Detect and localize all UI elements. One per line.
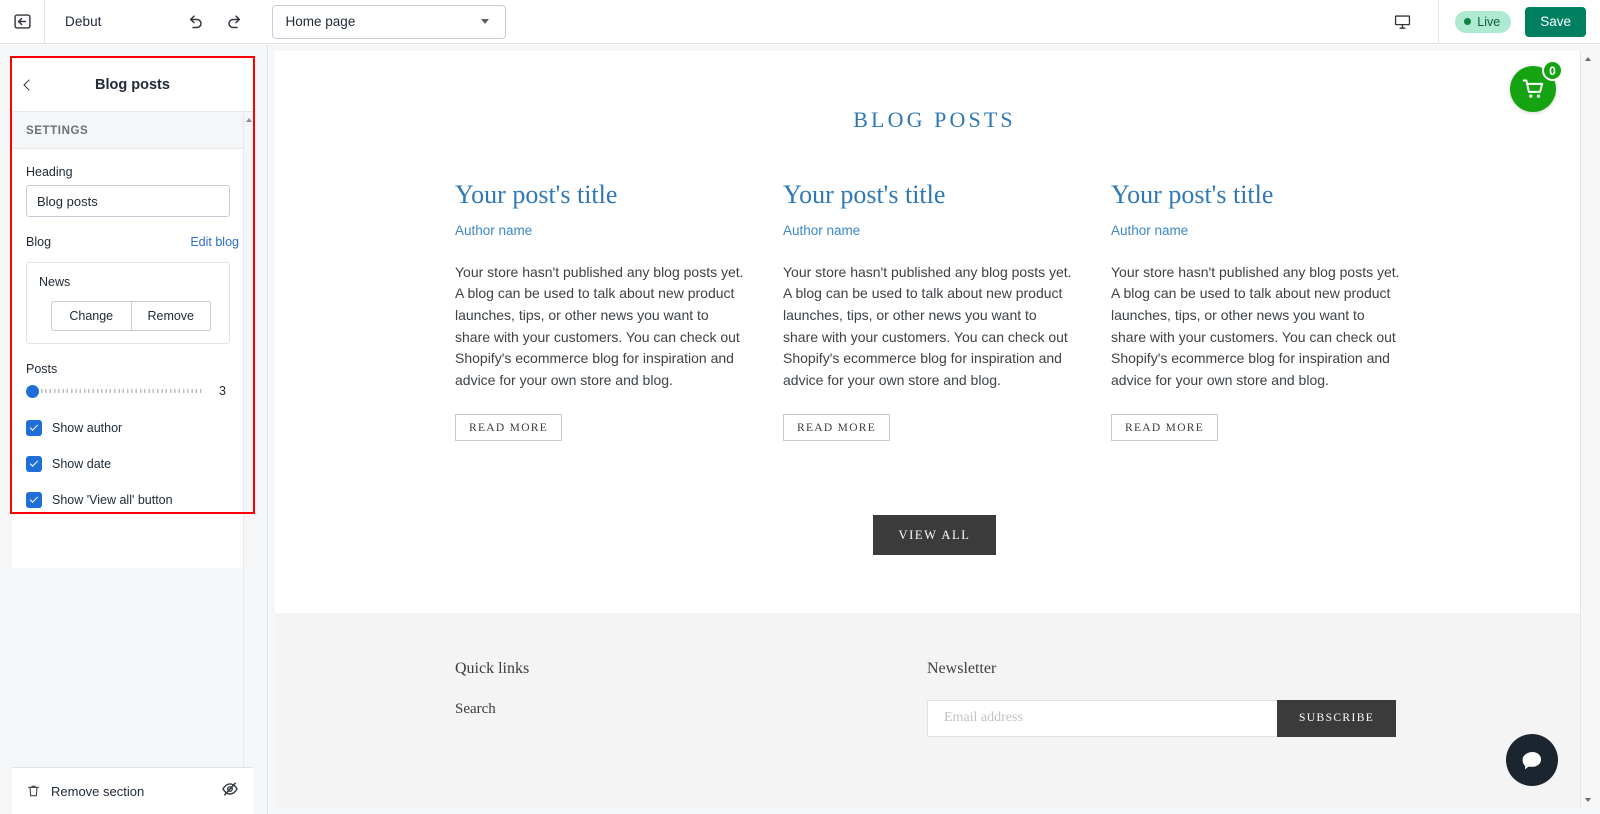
checkbox-show-view-all[interactable]: Show 'View all' button	[26, 492, 239, 508]
section-heading: BLOG POSTS	[853, 107, 1016, 132]
chevron-left-icon	[23, 78, 35, 91]
top-toolbar: Debut Home page Live Save	[0, 0, 1600, 44]
slider-handle[interactable]	[26, 385, 39, 398]
newsletter-heading: Newsletter	[927, 659, 997, 677]
blog-posts-grid: Your post's title Author name Your store…	[455, 180, 1405, 441]
checkbox-show-date[interactable]: Show date	[26, 456, 239, 472]
toolbar-right-group: Live Save	[1374, 0, 1600, 44]
remove-blog-button[interactable]: Remove	[131, 301, 211, 331]
chat-widget-button[interactable]	[1506, 734, 1558, 786]
storefront-preview: 0 BLOG POSTS Your post's title Author na…	[275, 51, 1594, 808]
heading-field-label: Heading	[26, 165, 73, 179]
cart-count-badge: 0	[1542, 60, 1563, 81]
checkbox-label: Show 'View all' button	[52, 493, 173, 507]
checkbox-label: Show date	[52, 457, 112, 471]
post-author[interactable]: Author name	[1111, 223, 1403, 238]
remove-section-button[interactable]: Remove section	[26, 783, 144, 799]
eye-hidden-icon	[222, 781, 238, 796]
status-dot-icon	[1464, 18, 1472, 25]
view-all-button[interactable]: VIEW ALL	[872, 514, 997, 555]
sidebar-body: SETTINGS Heading Blog Edit blog News Cha…	[12, 113, 253, 568]
trash-icon	[28, 785, 39, 797]
selected-blog-name: News	[39, 275, 71, 289]
sidebar-scrollbar[interactable]	[243, 113, 254, 789]
page-selector-value: Home page	[285, 14, 356, 29]
toolbar-divider-right	[1438, 0, 1440, 44]
post-excerpt: Your store hasn't published any blog pos…	[1111, 263, 1400, 389]
preview-pane: 0 BLOG POSTS Your post's title Author na…	[269, 45, 1600, 814]
theme-name: Debut	[65, 14, 102, 29]
email-input[interactable]	[927, 699, 1277, 737]
post-title[interactable]: Your post's title	[783, 180, 1075, 210]
exit-editor-button[interactable]	[0, 0, 44, 44]
chevron-down-icon	[480, 19, 489, 24]
read-more-button[interactable]: READ MORE	[783, 413, 891, 441]
post-author[interactable]: Author name	[783, 223, 1075, 238]
settings-group-label: SETTINGS	[12, 113, 253, 149]
preview-scrollbar[interactable]	[1580, 51, 1594, 808]
footer-link-search[interactable]: Search	[455, 701, 496, 718]
sidebar-header: Blog posts	[12, 58, 253, 112]
heading-input[interactable]	[26, 185, 230, 217]
history-controls	[180, 7, 250, 37]
redo-button[interactable]	[220, 7, 250, 37]
undo-icon	[189, 14, 202, 28]
checkbox-icon	[26, 492, 42, 508]
edit-blog-link[interactable]: Edit blog	[190, 235, 239, 249]
read-more-button[interactable]: READ MORE	[1111, 413, 1219, 441]
status-badge: Live	[1455, 10, 1512, 33]
posts-slider-row: 3	[26, 382, 239, 400]
remove-section-label: Remove section	[51, 783, 145, 799]
scroll-up-arrow-icon[interactable]	[246, 118, 252, 122]
subscribe-button[interactable]: SUBSCRIBE	[1277, 699, 1397, 737]
status-badge-label: Live	[1477, 14, 1501, 29]
checkbox-label: Show author	[52, 421, 123, 435]
save-button[interactable]: Save	[1525, 6, 1586, 37]
blog-field-row: Blog Edit blog	[26, 235, 239, 255]
checkbox-icon	[26, 420, 42, 436]
hide-section-button[interactable]	[221, 780, 239, 803]
scroll-up-arrow-icon[interactable]	[1584, 57, 1591, 61]
redo-icon	[227, 14, 240, 28]
device-preview-button[interactable]	[1374, 0, 1430, 44]
read-more-button[interactable]: READ MORE	[455, 413, 563, 441]
scroll-down-arrow-icon[interactable]	[1584, 798, 1591, 802]
settings-content: Heading Blog Edit blog News Change Remov…	[12, 149, 253, 508]
post-excerpt: Your store hasn't published any blog pos…	[455, 263, 744, 389]
blog-selection-card: News Change Remove	[26, 262, 230, 344]
posts-slider[interactable]	[26, 382, 203, 400]
page-selector[interactable]: Home page	[271, 4, 506, 39]
storefront-footer: Quick links Search Newsletter SUBSCRIBE	[275, 612, 1594, 808]
undo-button[interactable]	[180, 7, 210, 37]
cart-button[interactable]: 0	[1510, 60, 1563, 112]
blog-post-card: Your post's title Author name Your store…	[1111, 180, 1403, 441]
checkbox-show-author[interactable]: Show author	[26, 420, 239, 436]
post-title[interactable]: Your post's title	[1111, 180, 1403, 210]
sidebar-footer: Remove section	[12, 767, 253, 814]
post-excerpt: Your store hasn't published any blog pos…	[783, 263, 1072, 389]
post-author[interactable]: Author name	[455, 223, 747, 238]
newsletter-form: SUBSCRIBE	[927, 699, 1397, 737]
blog-actions-group: Change Remove	[51, 301, 211, 331]
posts-value: 3	[219, 384, 226, 398]
blog-field-label: Blog	[26, 235, 52, 249]
footer-newsletter: Newsletter SUBSCRIBE	[927, 659, 1397, 737]
chat-bubble-icon	[1522, 751, 1541, 769]
blog-post-card: Your post's title Author name Your store…	[783, 180, 1075, 441]
slider-rail	[28, 389, 203, 393]
sidebar-back-button[interactable]	[12, 78, 46, 91]
post-title[interactable]: Your post's title	[455, 180, 747, 210]
settings-sidebar: Blog posts SETTINGS Heading Blog Edit bl…	[0, 45, 268, 814]
checkbox-icon	[26, 456, 42, 472]
blog-posts-section: BLOG POSTS Your post's title Author name…	[275, 51, 1594, 555]
back-arrow-icon	[13, 14, 31, 29]
shopping-cart-icon	[1522, 79, 1543, 98]
posts-field-label: Posts	[26, 362, 58, 376]
change-blog-button[interactable]: Change	[51, 301, 132, 331]
view-all-wrapper: VIEW ALL	[275, 514, 1594, 555]
desktop-icon	[1394, 15, 1410, 29]
page-title: Blog posts	[95, 76, 170, 93]
blog-post-card: Your post's title Author name Your store…	[455, 180, 747, 441]
